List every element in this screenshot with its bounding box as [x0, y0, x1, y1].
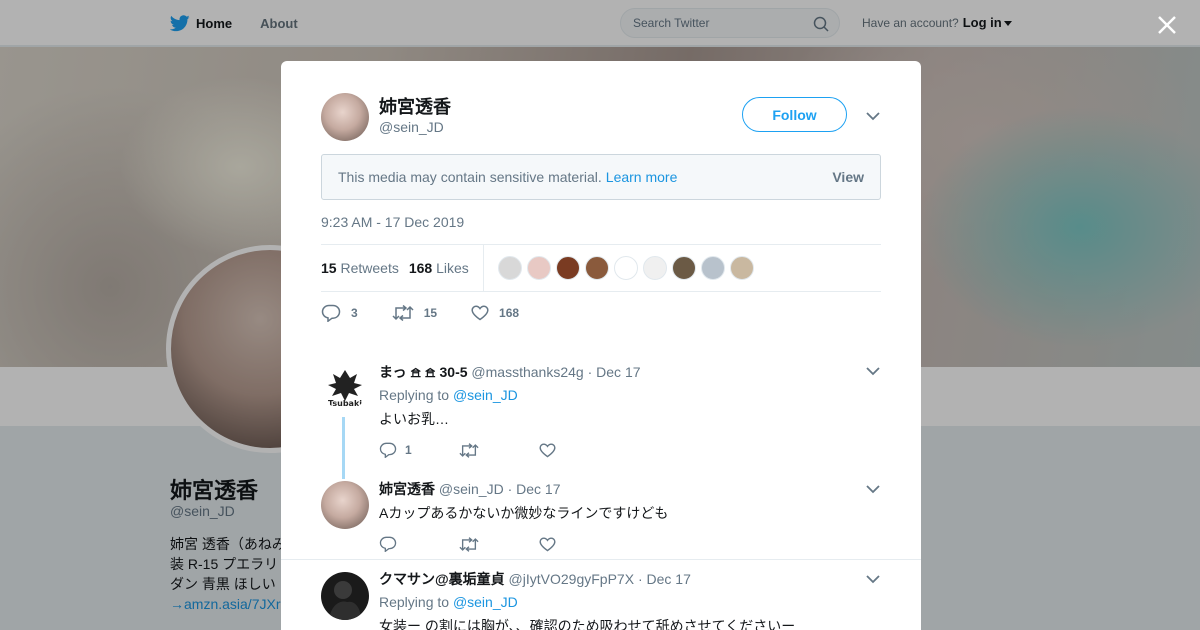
like-button[interactable] — [539, 443, 619, 458]
close-icon[interactable] — [1156, 14, 1178, 36]
retweet-button[interactable] — [459, 442, 539, 458]
replying-prefix: Replying to — [379, 387, 450, 403]
chevron-down-icon[interactable] — [866, 111, 880, 121]
replying-to: Replying to @sein_JD — [379, 594, 859, 610]
liker-avatar[interactable] — [671, 256, 696, 280]
follow-button[interactable]: Follow — [742, 97, 847, 132]
reply-text: よいお乳… — [379, 411, 449, 427]
reply-author-name[interactable]: まっ 𖠿 𖠿 30-5 — [379, 364, 468, 380]
liker-avatar[interactable] — [642, 256, 667, 280]
liker-avatar[interactable] — [497, 256, 522, 280]
heart-icon — [539, 537, 556, 551]
reply-icon — [379, 442, 397, 458]
likes-stat[interactable]: 168 Likes — [409, 260, 469, 276]
reply-icon — [379, 536, 397, 552]
reply-button[interactable]: 1 — [379, 442, 459, 458]
avatar[interactable] — [321, 481, 369, 529]
replying-prefix: Replying to — [379, 594, 450, 610]
reply-text: 女装ー の割には胸が、、確認のため吸わせて舐めさせてくださいー — [379, 618, 796, 630]
retweet-count: 15 — [423, 306, 438, 320]
like-button[interactable]: 168 — [471, 305, 519, 321]
avatar[interactable] — [321, 93, 369, 141]
retweets-stat[interactable]: 15 Retweets — [321, 260, 399, 276]
retweets-count: 15 — [321, 260, 337, 276]
likes-count: 168 — [408, 260, 433, 276]
sensitive-media-warning: This media may contain sensitive materia… — [321, 154, 881, 200]
liker-avatar[interactable] — [584, 256, 609, 280]
liker-avatars — [497, 256, 759, 280]
avatar[interactable] — [321, 572, 369, 620]
retweet-button[interactable]: 15 — [392, 305, 437, 321]
thread-connector — [342, 417, 345, 479]
reply-date[interactable]: Dec 17 — [596, 364, 640, 380]
reply-dot: · — [507, 481, 513, 497]
chevron-down-icon[interactable] — [866, 574, 880, 584]
chevron-down-icon[interactable] — [866, 366, 880, 376]
replying-to-link[interactable]: @sein_JD — [453, 594, 518, 610]
reply-dot: · — [587, 364, 593, 380]
reply-author-handle[interactable]: @massthanks24g — [471, 364, 583, 380]
learn-more-link[interactable]: Learn more — [606, 169, 678, 185]
liker-avatar[interactable] — [613, 256, 638, 280]
view-media-button[interactable]: View — [832, 169, 864, 185]
reply-date[interactable]: Dec 17 — [647, 571, 691, 587]
reply-count: 1 — [405, 443, 412, 457]
chevron-down-icon[interactable] — [866, 484, 880, 494]
reply-button[interactable]: 3 — [321, 304, 358, 322]
tweet-author-name[interactable]: 姉宮透香 — [379, 93, 451, 119]
liker-avatar[interactable] — [700, 256, 725, 280]
reply-date[interactable]: Dec 17 — [516, 481, 560, 497]
reply-button[interactable] — [379, 536, 459, 552]
liker-avatar[interactable] — [729, 256, 754, 280]
avatar[interactable]: Tsubaki — [321, 362, 369, 410]
tweet-actions: 3 15 168 — [321, 304, 553, 322]
like-count: 168 — [499, 306, 520, 320]
tweet-stats: 15 Retweets 168 Likes — [321, 244, 881, 292]
reply-actions — [379, 536, 859, 552]
retweet-icon — [392, 305, 414, 321]
replying-to: Replying to @sein_JD — [379, 387, 859, 403]
reply-dot: · — [637, 571, 643, 587]
stats-divider — [482, 244, 484, 292]
retweet-button[interactable] — [459, 536, 539, 552]
reply-author-handle[interactable]: @sein_JD — [439, 481, 504, 497]
reply-icon — [321, 304, 341, 322]
reply-author-name[interactable]: 姉宮透香 — [379, 481, 435, 497]
retweet-icon — [459, 442, 479, 458]
tweet-author-handle[interactable]: @sein_JD — [379, 119, 444, 135]
tweet-timestamp[interactable]: 9:23 AM - 17 Dec 2019 — [321, 214, 464, 230]
reply-count: 3 — [351, 306, 358, 320]
sensitive-text: This media may contain sensitive materia… — [338, 169, 602, 185]
reply-actions: 1 — [379, 442, 859, 458]
reply-divider — [281, 559, 921, 560]
retweet-icon — [459, 536, 479, 552]
reply-author-name[interactable]: クマサン@裏垢童貞 — [379, 571, 505, 587]
like-button[interactable] — [539, 537, 619, 552]
reply-author-handle[interactable]: @jIytVO29gyFpP7X — [509, 571, 635, 587]
heart-icon — [539, 443, 556, 457]
replying-to-link[interactable]: @sein_JD — [453, 387, 518, 403]
reply-text: Aカップあるかないか微妙なラインですけども — [379, 505, 669, 521]
likes-label: Likes — [436, 260, 469, 276]
retweets-label: Retweets — [340, 260, 399, 276]
liker-avatar[interactable] — [526, 256, 551, 280]
liker-avatar[interactable] — [555, 256, 580, 280]
svg-text:Tsubaki: Tsubaki — [328, 399, 362, 408]
heart-icon — [471, 305, 489, 321]
